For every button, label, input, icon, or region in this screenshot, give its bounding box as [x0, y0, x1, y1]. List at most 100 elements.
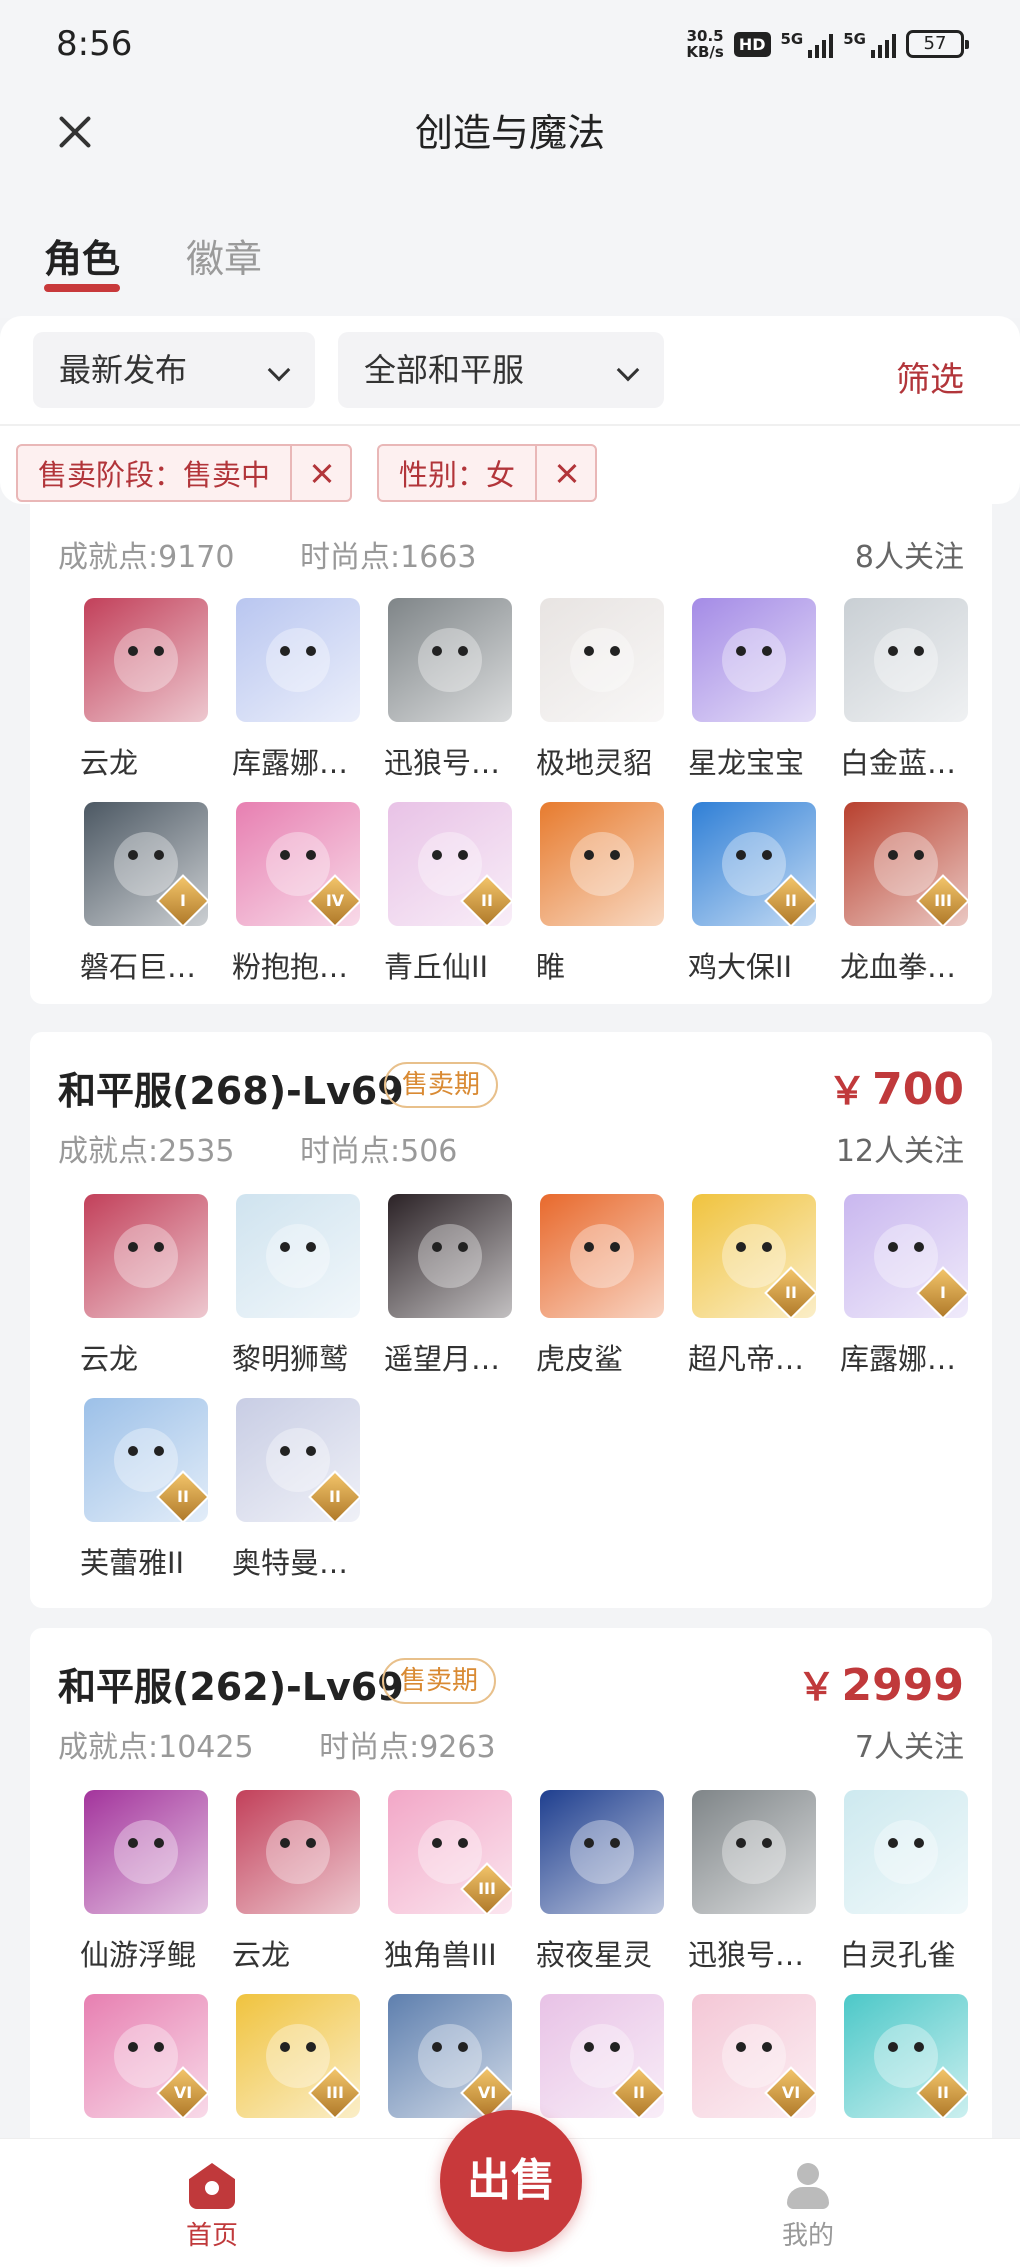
pet-avatar: II — [540, 1994, 664, 2118]
pet-item[interactable]: II 鸡大保II — [688, 802, 816, 986]
pet-item[interactable]: VI — [388, 1994, 512, 2118]
home-icon — [189, 2163, 235, 2209]
pet-name: 虎皮鲨 — [536, 1342, 624, 1376]
pet-item[interactable]: II — [844, 1994, 968, 2118]
pet-item[interactable]: III 独角兽III — [384, 1790, 512, 1974]
pet-avatar: II — [692, 1194, 816, 1318]
pet-avatar: VI — [692, 1994, 816, 2118]
fashion-points: 时尚点:9263 — [319, 1730, 496, 1765]
status-icons: 30.5 KB/s HD 5G 5G 57 — [686, 28, 969, 60]
pet-item[interactable]: 星龙宝宝 — [688, 598, 816, 782]
pet-item[interactable]: II 超凡帝… — [688, 1194, 816, 1378]
pet-item[interactable]: II — [540, 1994, 664, 2118]
pet-item[interactable]: 云龙 — [232, 1790, 360, 1974]
pet-item[interactable]: VI — [84, 1994, 208, 2118]
tab-roles[interactable]: 角色 — [44, 228, 120, 283]
pet-item[interactable]: 云龙 — [80, 1194, 208, 1378]
pet-avatar — [540, 598, 664, 722]
rank-label: II — [785, 891, 797, 910]
pet-item[interactable]: 迅狼号… — [688, 1790, 816, 1974]
nav-me[interactable]: 我的 — [748, 2163, 868, 2252]
pet-item[interactable]: 白金蓝… — [840, 598, 968, 782]
rank-label: VI — [477, 2083, 497, 2102]
pet-avatar — [844, 598, 968, 722]
pet-name: 库露娜… — [840, 1342, 957, 1376]
server-dropdown[interactable]: 全部和平服 — [338, 332, 664, 408]
rank-label: III — [478, 1879, 496, 1898]
pet-name: 遥望月… — [384, 1342, 501, 1376]
pet-avatar — [388, 598, 512, 722]
price-value: 2999 — [841, 1660, 964, 1711]
pet-avatar — [236, 1790, 360, 1914]
header: 创造与魔法 — [0, 90, 1020, 200]
achievement-points: 成就点:9170 — [58, 540, 235, 575]
pet-name: 白灵孔雀 — [840, 1938, 957, 1972]
rank-label: IV — [325, 891, 345, 910]
pet-avatar — [84, 1194, 208, 1318]
divider — [0, 424, 1020, 426]
pet-avatar — [388, 1194, 512, 1318]
pet-avatar — [236, 598, 360, 722]
battery-icon: 57 — [906, 30, 969, 58]
pet-avatar — [84, 1790, 208, 1914]
sale-badge: 售卖期 — [382, 1658, 497, 1704]
pet-item[interactable]: 黎明狮鹫 — [232, 1194, 360, 1378]
pet-item[interactable]: 仙游浮鲲 — [80, 1790, 208, 1974]
filter-button[interactable]: 筛选 — [896, 352, 964, 401]
pet-item[interactable]: 库露娜… — [232, 598, 360, 782]
listing-title: 和平服(262)-Lv69 — [58, 1665, 404, 1709]
pet-item[interactable]: 极地灵貂 — [536, 598, 664, 782]
filter-panel: 最新发布 全部和平服 筛选 售卖阶段：售卖中 性别：女 — [0, 316, 1020, 504]
pet-item[interactable]: 虎皮鲨 — [536, 1194, 664, 1378]
sell-button[interactable]: 出售 — [440, 2110, 582, 2252]
listing-price: ￥ 700 — [828, 1060, 964, 1115]
rank-label: II — [633, 2083, 645, 2102]
rank-label: I — [180, 891, 186, 910]
tab-underline — [44, 284, 120, 292]
pet-name: 青丘仙II — [384, 950, 489, 984]
pet-avatar: II — [84, 1398, 208, 1522]
pet-item[interactable]: I 磐石巨… — [80, 802, 208, 986]
nav-home[interactable]: 首页 — [152, 2163, 272, 2252]
pet-name: 独角兽III — [384, 1938, 497, 1972]
pet-item[interactable]: II 青丘仙II — [384, 802, 512, 986]
tab-badges[interactable]: 徽章 — [186, 228, 262, 283]
pet-item[interactable]: 白灵孔雀 — [840, 1790, 968, 1974]
pet-avatar: I — [844, 1194, 968, 1318]
pet-name: 黎明狮鹫 — [232, 1342, 349, 1376]
currency-symbol: ￥ — [828, 1069, 867, 1113]
pet-item[interactable]: III 龙血拳… — [840, 802, 968, 986]
remove-tag-icon[interactable] — [290, 446, 350, 500]
listing-card[interactable]: 和平服(262)-Lv69 售卖期 ￥ 2999 成就点:10425 时尚点:92… — [30, 1628, 992, 2138]
pet-avatar — [540, 1790, 664, 1914]
pet-item[interactable]: 迅狼号… — [384, 598, 512, 782]
achievement-points: 成就点:10425 — [58, 1730, 254, 1765]
pet-item[interactable]: 寂夜星灵 — [536, 1790, 664, 1974]
signal-icon-2: 5G — [843, 30, 896, 58]
pet-avatar: I — [84, 802, 208, 926]
pet-item[interactable]: VI — [692, 1994, 816, 2118]
pet-item[interactable]: IV 粉抱抱… — [232, 802, 360, 986]
filter-tag-label: 性别：女 — [399, 458, 516, 492]
listing-card[interactable]: 成就点:9170 时尚点:1663 8人关注 云龙 库露娜… 迅狼号… 极地灵貂 星龙宝… — [30, 504, 992, 1004]
pet-item[interactable]: II 奥特曼… — [232, 1398, 360, 1582]
pet-name: 龙血拳… — [840, 950, 957, 984]
pet-item[interactable]: III — [236, 1994, 360, 2118]
listing-stats: 成就点:2535 时尚点:506 — [58, 1126, 513, 1170]
pet-item[interactable]: II 芙蕾雅II — [80, 1398, 208, 1582]
user-icon — [785, 2163, 831, 2209]
pet-item[interactable]: 遥望月… — [384, 1194, 512, 1378]
pet-item[interactable]: 云龙 — [80, 598, 208, 782]
chevron-down-icon — [616, 358, 640, 382]
remove-tag-icon[interactable] — [535, 446, 595, 500]
pet-item[interactable]: I 库露娜… — [840, 1194, 968, 1378]
listing-card[interactable]: 和平服(268)-Lv69 售卖期 ￥ 700 成就点:2535 时尚点:506 … — [30, 1032, 992, 1608]
pet-item[interactable]: 睢 — [536, 802, 664, 986]
pet-avatar — [692, 1790, 816, 1914]
chevron-down-icon — [267, 358, 291, 382]
pet-name: 粉抱抱… — [232, 950, 349, 984]
pet-name: 芙蕾雅II — [80, 1546, 185, 1580]
filter-tag-sale-stage: 售卖阶段：售卖中 — [16, 444, 353, 502]
sort-dropdown[interactable]: 最新发布 — [33, 332, 315, 408]
signal-icon-1: 5G — [781, 30, 834, 58]
